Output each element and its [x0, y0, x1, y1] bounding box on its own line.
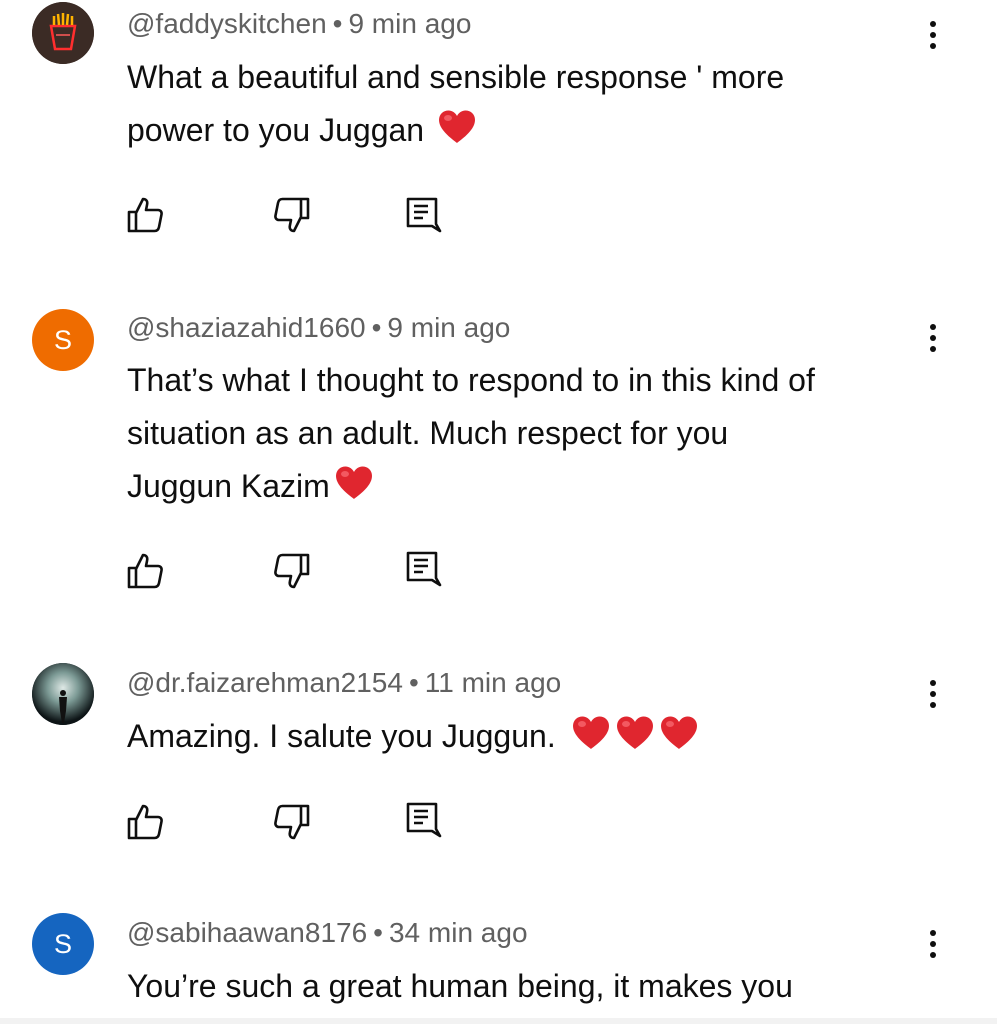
comment-author[interactable]: @dr.faizarehman2154: [127, 667, 403, 698]
thumbs-down-icon: [274, 804, 310, 840]
comment-text-line: power to you Juggan: [127, 112, 425, 148]
like-button[interactable]: [125, 802, 165, 842]
avatar-letter: S: [53, 928, 72, 959]
comment-timestamp: 9 min ago: [387, 312, 511, 343]
red-heart-icon: [571, 715, 611, 751]
thumbs-up-icon: [127, 804, 163, 840]
like-button[interactable]: [125, 551, 165, 591]
comment-text-line: That’s what I thought to respond to in t…: [127, 362, 815, 398]
more-vert-icon-dot: [930, 680, 936, 686]
red-heart-icon: [615, 715, 655, 751]
comment-meta: @dr.faizarehman2154 • 11 min ago: [127, 667, 561, 699]
comment-timestamp: 9 min ago: [348, 8, 472, 39]
dislike-button[interactable]: [272, 802, 312, 842]
meta-separator: •: [332, 8, 343, 39]
dislike-button[interactable]: [272, 551, 312, 591]
meta-separator: •: [371, 312, 382, 343]
avatar[interactable]: [32, 663, 94, 725]
comment-timestamp: 34 min ago: [388, 917, 528, 948]
red-heart-icon: [437, 109, 477, 145]
comment-meta: @sabihaawan8176 • 34 min ago: [127, 917, 528, 949]
comment-menu-button[interactable]: [918, 674, 948, 714]
comment-text-line: Juggun Kazim: [127, 468, 330, 504]
more-vert-icon-dot: [930, 930, 936, 936]
thumbs-down-icon: [274, 197, 310, 233]
more-vert-icon-dot: [930, 21, 936, 27]
comment-text-line: You’re such a great human being, it make…: [127, 968, 793, 1004]
reply-button[interactable]: [403, 800, 443, 840]
comment-text-line: What a beautiful and sensible response '…: [127, 59, 785, 95]
like-button[interactable]: [125, 195, 165, 235]
reply-button[interactable]: [403, 549, 443, 589]
avatar[interactable]: S: [32, 309, 94, 371]
comment-meta: @shaziazahid1660 • 9 min ago: [127, 312, 510, 344]
comment-menu-button[interactable]: [918, 924, 948, 964]
avatar-letter: S: [53, 324, 72, 355]
thumbs-up-icon: [127, 197, 163, 233]
thumbs-up-icon: [127, 553, 163, 589]
comment-text: What a beautiful and sensible response '…: [127, 51, 927, 157]
comment-author[interactable]: @shaziazahid1660: [127, 312, 366, 343]
avatar[interactable]: [32, 2, 94, 64]
comment-text: That’s what I thought to respond to in t…: [127, 354, 927, 513]
comment-meta: @faddyskitchen • 9 min ago: [127, 8, 471, 40]
thumbs-down-icon: [274, 553, 310, 589]
comment-menu-button[interactable]: [918, 15, 948, 55]
meta-separator: •: [408, 667, 419, 698]
silhouette-photo-icon: [32, 663, 94, 725]
avatar[interactable]: S: [32, 913, 94, 975]
comment-text-line: situation as an adult. Much respect for …: [127, 415, 729, 451]
red-heart-icon: [659, 715, 699, 751]
comment-text: Amazing. I salute you Juggun.: [127, 710, 927, 763]
comment-text-line-with-emoji: power to you Juggan: [127, 104, 927, 157]
red-heart-icon: [334, 465, 374, 501]
comment-menu-button[interactable]: [918, 318, 948, 358]
more-vert-icon-dot: [930, 324, 936, 330]
comment-text-line: Amazing. I salute you Juggun.: [127, 718, 556, 754]
reply-icon: [406, 551, 442, 587]
comment-timestamp: 11 min ago: [424, 667, 562, 698]
comment-text-line-with-emoji: Amazing. I salute you Juggun.: [127, 710, 927, 763]
reply-icon: [406, 197, 442, 233]
fries-neon-logo-icon: [32, 2, 94, 64]
reply-button[interactable]: [403, 195, 443, 235]
meta-separator: •: [373, 917, 383, 948]
bottom-divider: [0, 1018, 997, 1024]
comment-text-line-with-emoji: Juggun Kazim: [127, 460, 927, 513]
comment-author[interactable]: @sabihaawan8176: [127, 917, 367, 948]
reply-icon: [406, 802, 442, 838]
comment-author[interactable]: @faddyskitchen: [127, 8, 327, 39]
comment-text: You’re such a great human being, it make…: [127, 960, 927, 1013]
dislike-button[interactable]: [272, 195, 312, 235]
